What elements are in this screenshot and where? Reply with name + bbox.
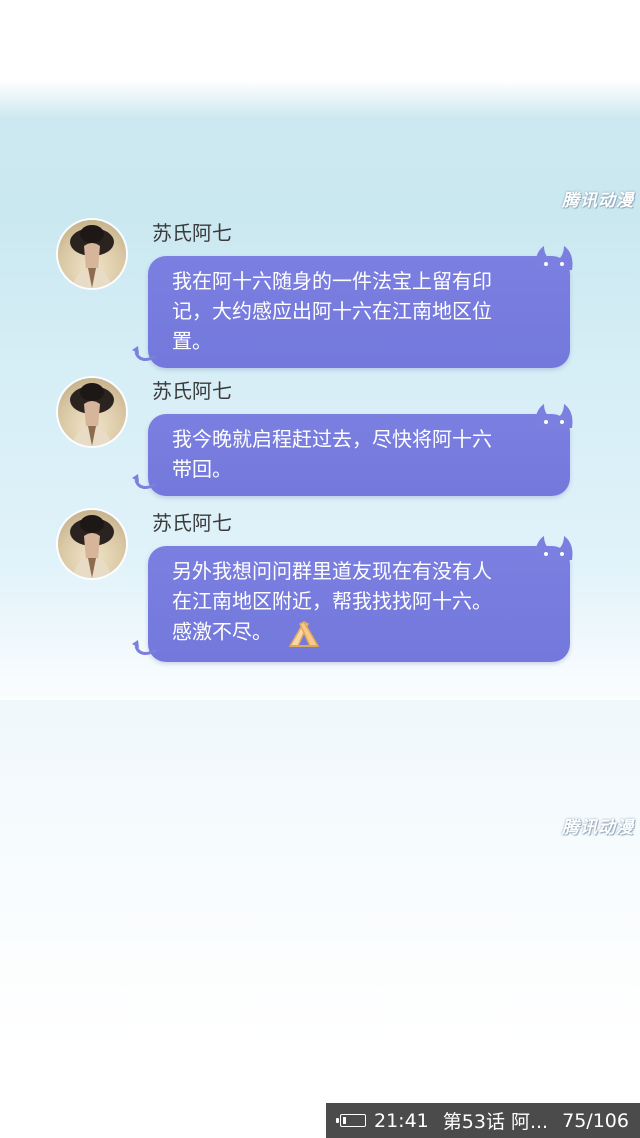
message-text: 另外我想问问群里道友现在有没有人 在江南地区附近，帮我找找阿十六。 感激不尽。 [172,559,492,644]
devil-horns-icon [535,404,573,428]
battery-icon [336,1114,366,1127]
message-bubble: 我在阿十六随身的一件法宝上留有印 记，大约感应出阿十六在江南地区位 置。 [132,246,573,368]
devil-tail-icon [132,640,157,655]
message-text: 我在阿十六随身的一件法宝上留有印 记，大约感应出阿十六在江南地区位 置。 [172,269,492,353]
sender-name: 苏氏阿七 [152,221,232,245]
message-bubble: 另外我想问问群里道友现在有没有人 在江南地区附近，帮我找找阿十六。 感激不尽。 [132,536,573,662]
sender-name: 苏氏阿七 [152,511,232,535]
status-time: 21:41 [374,1109,429,1132]
message-text: 我今晚就启程赶过去，尽快将阿十六 带回。 [172,427,492,481]
comic-page[interactable]: 腾讯动漫 腾讯动漫 苏氏阿七 我在阿十六随身的一件法宝上留有印 记，大约感应出阿… [0,0,640,1138]
lower-background [0,700,640,1040]
avatar [58,510,126,578]
clap-hands-icon [289,621,320,647]
watermark-bottom: 腾讯动漫 [562,818,634,838]
sender-name: 苏氏阿七 [152,379,232,403]
devil-horns-icon [535,246,573,270]
devil-horns-icon [535,536,573,560]
reader-status-bar: 21:41 第53话 阿... 75/106 [326,1103,640,1138]
avatar [58,378,126,446]
watermark-top: 腾讯动漫 [562,191,634,211]
devil-tail-icon [132,474,157,489]
chapter-title: 第53话 阿... [442,1111,549,1133]
avatar [58,220,126,288]
message-bubble: 我今晚就启程赶过去，尽快将阿十六 带回。 [132,404,573,496]
devil-tail-icon [132,346,157,361]
page-indicator: 75/106 [562,1109,629,1132]
